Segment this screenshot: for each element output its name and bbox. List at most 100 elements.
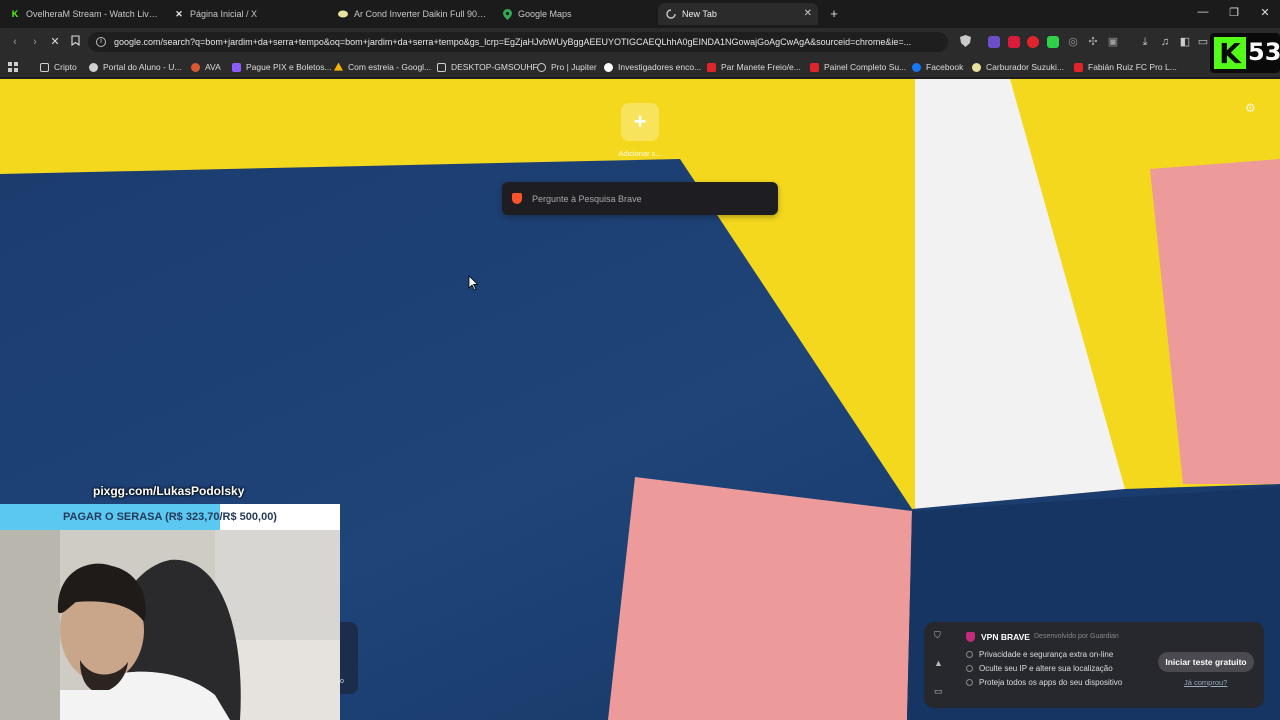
kick-icon: K [11,9,19,19]
close-tab-icon[interactable]: ✕ [804,8,812,19]
folder-icon [437,62,446,72]
tab-title: Ar Cond Inverter Daikin Full 9000 Btu [354,9,490,19]
gear-icon[interactable]: ⚙ [1245,101,1256,115]
ava-icon [191,62,200,72]
vpn-feature: Proteja todos os apps do seu dispositivo [966,678,1122,687]
viewer-count: 53 [1248,38,1280,66]
search-input[interactable]: Pergunte à Pesquisa Brave [502,182,778,215]
loading-icon [666,9,676,19]
start-free-trial-button[interactable]: Iniciar teste gratuito [1158,652,1254,672]
add-shortcut-button[interactable]: + [621,103,659,141]
check-icon [966,665,973,672]
tab-title: OvelheraM Stream - Watch Live on K [26,9,162,19]
maps-pin-icon [502,8,512,20]
tab-new-tab[interactable]: New Tab ✕ [658,3,818,25]
search-placeholder: Pergunte à Pesquisa Brave [532,193,642,204]
bookmark-item[interactable]: DESKTOP-GMSOUHF [437,60,538,74]
check-icon [966,651,973,658]
globe-icon [89,62,98,72]
puzzle-icon[interactable]: ✣ [1086,35,1100,49]
add-shortcut-label: Adicionar s... [618,149,662,158]
site-info-icon[interactable]: i [96,37,106,47]
donation-link: pixgg.com/LukasPodolsky [93,484,245,498]
store-icon [972,62,981,72]
extension-icon[interactable] [1027,36,1039,48]
bookmark-item[interactable]: Com estreia - Googl... [334,60,431,74]
restore-icon[interactable]: ❐ [1226,6,1242,19]
drive-icon [334,62,343,71]
bookmarks-bar: Cripto Portal do Aluno - U... AVA Pague … [0,56,1280,78]
browser-toolbar: ‹ › ✕ i google.com/search?q=bom+jardim+d… [0,28,1280,56]
store-icon [707,62,716,72]
x-icon: ✕ [175,8,183,19]
extension-icon[interactable] [1008,36,1020,48]
bookmark-icon[interactable] [68,35,82,49]
bookmark-item[interactable]: Facebook [912,60,963,74]
google-icon [604,62,613,72]
tab-kick-stream[interactable]: K OvelheraM Stream - Watch Live on K [2,3,162,25]
store-icon [1074,62,1083,72]
tab-title: Google Maps [518,9,572,19]
url-text: google.com/search?q=bom+jardim+da+serra+… [114,37,912,47]
vpn-feature: Privacidade e segurança extra on-line [966,650,1113,659]
back-icon[interactable]: ‹ [8,35,22,49]
jupiter-icon [537,62,546,72]
warning-icon: ▲ [934,658,943,668]
download-icon[interactable]: ⤓ [1138,35,1152,49]
shield-icon: ⛉ [934,630,941,640]
bookmark-item[interactable]: Cripto [40,60,77,74]
extension-icon[interactable] [1047,36,1059,48]
bookmark-item[interactable]: Portal do Aluno - U... [89,60,181,74]
vpn-promo-card: ⛉ ▲ ▭ VPN BRAVE Desenvolvido por Guardia… [924,622,1264,708]
goal-text: PAGAR O SERASA (R$ 323,70/R$ 500,00) [63,511,277,523]
tab-title: New Tab [682,9,717,19]
extension-icon[interactable] [988,36,1000,48]
webcam-edge-text: o [340,678,344,685]
tab-google-maps[interactable]: Google Maps [494,3,654,25]
brave-shields-icon[interactable] [958,35,972,49]
tab-x[interactable]: ✕ Página Inicial / X [166,3,326,25]
browser-window: K OvelheraM Stream - Watch Live on K ✕ P… [0,0,1280,720]
webcam-feed [0,530,340,720]
extension-icon[interactable]: ◎ [1066,35,1080,49]
apps-grid-icon[interactable] [8,60,18,74]
tab-title: Página Inicial / X [190,9,258,19]
minimize-icon[interactable]: — [1195,6,1211,18]
folder-icon [40,62,49,72]
extension-icon[interactable]: ▣ [1106,35,1120,49]
bookmark-item[interactable]: AVA [191,60,221,74]
tab-strip: K OvelheraM Stream - Watch Live on K ✕ P… [0,0,1280,28]
address-bar[interactable]: i google.com/search?q=bom+jardim+da+serr… [88,32,948,52]
brave-logo-icon [512,193,522,204]
store-icon [338,9,348,19]
mouse-cursor-icon [468,275,478,291]
close-window-icon[interactable]: ✕ [1257,6,1273,19]
bookmark-item[interactable]: Pro | Jupiter [537,60,597,74]
device-icon: ▭ [934,686,943,696]
donation-goal-bar: PAGAR O SERASA (R$ 323,70/R$ 500,00) [0,504,340,530]
media-icon[interactable]: ♫ [1158,35,1172,49]
bookmark-item[interactable]: Painel Completo Su... [810,60,906,74]
bookmark-item[interactable]: Fabián Ruiz FC Pro L... [1074,60,1177,74]
kick-viewer-badge: K 53 [1210,33,1280,73]
sidebar-icon[interactable]: ◧ [1178,35,1192,49]
bookmark-item[interactable]: Pague PIX e Boletos... [232,60,332,74]
facebook-icon [912,62,921,72]
vpn-feature: Oculte seu IP e altere sua localização [966,664,1113,673]
check-icon [966,679,973,686]
bookmark-item[interactable]: Investigadores enco... [604,60,701,74]
new-tab-button[interactable]: + [826,6,842,21]
bookmark-item[interactable]: Carburador Suzuki... [972,60,1064,74]
pix-icon [232,62,241,72]
store-icon [810,62,819,72]
vpn-developer: Desenvolvido por Guardian [1034,633,1119,640]
stop-loading-icon[interactable]: ✕ [48,35,62,49]
kick-logo-icon: K [1214,37,1246,70]
forward-icon[interactable]: › [28,35,42,49]
vpn-logo-icon [966,632,975,642]
bookmark-item[interactable]: Par Manete Freio/e... [707,60,801,74]
tab-daikin[interactable]: Ar Cond Inverter Daikin Full 9000 Btu [330,3,490,25]
already-purchased-link[interactable]: Já comprou? [1184,678,1227,687]
wallet-icon[interactable]: ▭ [1196,35,1210,49]
vpn-title: VPN BRAVE [981,632,1030,642]
